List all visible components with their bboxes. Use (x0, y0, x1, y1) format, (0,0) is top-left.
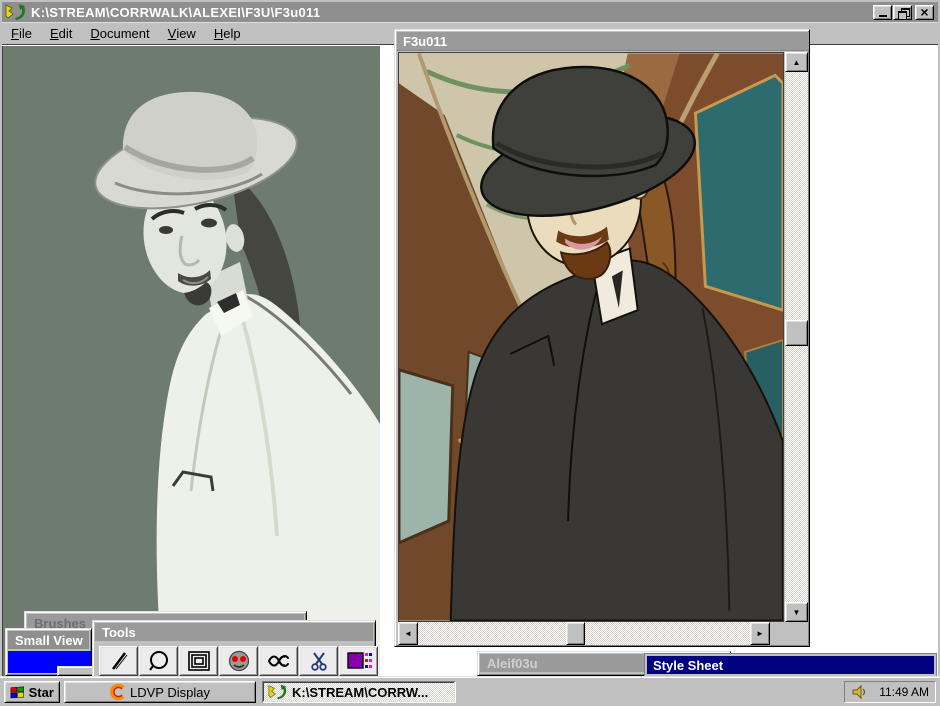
clock[interactable]: 11:49 AM (879, 685, 929, 699)
document-title: F3u011 (403, 34, 447, 49)
menu-edit[interactable]: Edit (41, 22, 81, 44)
scissors-icon (306, 650, 332, 672)
restore-button[interactable] (893, 5, 912, 20)
minimize-icon (879, 15, 887, 17)
scroll-left-button[interactable]: ◄ (398, 622, 418, 645)
task-label: K:\STREAM\CORRW... (292, 685, 428, 700)
horizontal-scroll-thumb[interactable] (566, 622, 585, 645)
reference-photo (2, 46, 379, 676)
tools-titlebar[interactable]: Tools (95, 623, 373, 641)
app-icon (5, 4, 27, 20)
windows-logo-icon (10, 685, 25, 700)
application-window: K:\STREAM\CORRWALK\ALEXEI\F3U\F3u011 × F… (0, 0, 940, 706)
tool-scissors-button[interactable] (299, 646, 338, 676)
document-window: F3u011 (394, 29, 810, 647)
taskbar: Start LDVP Display K:\STREAM\CORRW... 11… (0, 676, 940, 706)
menu-help[interactable]: Help (205, 22, 250, 44)
system-tray: 11:49 AM (844, 681, 936, 703)
scroll-right-button[interactable]: ► (750, 622, 770, 645)
smiley-icon (226, 650, 252, 672)
restore-icon (898, 8, 908, 17)
color-palette-icon (346, 650, 372, 672)
document-canvas[interactable] (398, 52, 784, 622)
proportional-icon (266, 650, 292, 672)
vertical-scroll-thumb[interactable] (785, 320, 808, 346)
tool-pen-button[interactable] (99, 646, 138, 676)
close-icon: × (920, 7, 928, 17)
tools-row (99, 646, 379, 676)
scroll-up-button[interactable]: ▲ (785, 52, 808, 72)
pen-icon (106, 650, 132, 672)
document-titlebar[interactable]: F3u011 (397, 32, 809, 51)
close-button[interactable]: × (915, 5, 934, 20)
main-titlebar[interactable]: K:\STREAM\CORRWALK\ALEXEI\F3U\F3u011 × (2, 2, 938, 22)
style-sheet-titlebar[interactable]: Style Sheet (647, 656, 934, 674)
tool-proportional-button[interactable] (259, 646, 298, 676)
tool-lasso-button[interactable] (139, 646, 178, 676)
app-icon (268, 684, 288, 700)
tools-palette: Tools (92, 620, 376, 678)
menu-file[interactable]: File (2, 22, 41, 44)
tool-marquee-button[interactable] (179, 646, 218, 676)
small-view-titlebar[interactable]: Small View (8, 631, 89, 649)
menu-view[interactable]: View (159, 22, 205, 44)
start-label: Start (29, 685, 54, 700)
style-sheet-window: Style Sheet (645, 654, 936, 676)
tool-smiley-button[interactable] (219, 646, 258, 676)
vertical-scrollbar: ▲ ▼ (785, 52, 808, 622)
start-button[interactable]: Start (4, 681, 60, 703)
minimize-button[interactable] (873, 5, 892, 20)
task-label: LDVP Display (130, 685, 210, 700)
tool-palette-button[interactable] (339, 646, 378, 676)
horizontal-scrollbar: ◄ ► (398, 622, 770, 645)
menu-document[interactable]: Document (81, 22, 158, 44)
speaker-icon[interactable] (851, 684, 867, 700)
lasso-icon (146, 650, 172, 672)
scroll-down-button[interactable]: ▼ (785, 602, 808, 622)
scrollbar-corner (770, 622, 808, 645)
task-stream-corrwalk[interactable]: K:\STREAM\CORRW... (262, 681, 456, 703)
ldvp-icon (110, 684, 126, 700)
concentric-squares-icon (186, 650, 212, 672)
task-ldvp-display[interactable]: LDVP Display (64, 681, 256, 703)
window-title: K:\STREAM\CORRWALK\ALEXEI\F3U\F3u011 (31, 5, 873, 20)
